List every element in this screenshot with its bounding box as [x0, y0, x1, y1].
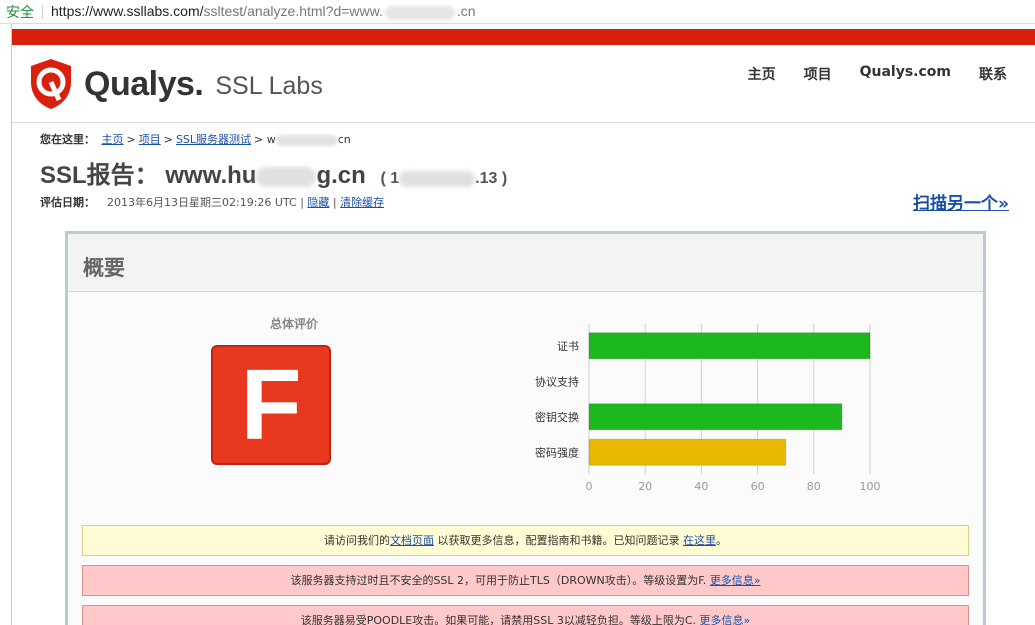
warning-text: 该服务器易受POODLE攻击。如果可能，请禁用SSL 3以减轻负担。等级上限为C…	[300, 614, 700, 625]
qualys-shield-icon	[31, 59, 71, 109]
clear-cache-link[interactable]: 清除缓存	[340, 196, 384, 209]
breadcrumb-projects[interactable]: 项目	[139, 133, 161, 146]
drown-warning: 该服务器支持过时且不安全的SSL 2，可用于防止TLS（DROWN攻击）。等级设…	[82, 565, 969, 596]
redacted-domain	[384, 5, 455, 20]
url-tail: .cn	[456, 3, 476, 20]
top-accent-bar	[12, 29, 1035, 45]
category-label: 密钥交换	[535, 410, 579, 424]
redacted-ip	[399, 170, 476, 187]
qualys-logo[interactable]: Qualys. SSL Labs	[28, 58, 323, 110]
known-issues-link[interactable]: 在这里	[683, 534, 716, 547]
breadcrumb-sep: >	[254, 133, 264, 146]
overall-rating-label: 总体评价	[269, 317, 318, 331]
host-start: www.hu	[165, 162, 257, 189]
nav-home[interactable]: 主页	[748, 64, 776, 84]
host-end: g.cn	[316, 162, 366, 189]
brand-name: Qualys.	[84, 64, 204, 103]
breadcrumb-home[interactable]: 主页	[102, 133, 124, 146]
site-header: Qualys. SSL Labs 主页 项目 Qualys.com 联系	[12, 45, 1035, 123]
url-text[interactable]: https://www.ssllabs.com/ssltest/analyze.…	[51, 3, 476, 20]
tick-label: 40	[694, 480, 708, 493]
info-notice: 请访问我们的文档页面 以获取更多信息，配置指南和书籍。已知问题记录 在这里。	[82, 525, 969, 556]
notice-text: 以获取更多信息，配置指南和书籍。已知问题记录	[434, 534, 683, 547]
secure-indicator[interactable]: 安全	[6, 2, 34, 22]
hide-link[interactable]: 隐藏	[307, 196, 329, 209]
url-path: ssltest/analyze.html?d=www.	[203, 3, 383, 20]
brand-subtitle: SSL Labs	[215, 71, 323, 100]
summary-heading: 概要	[68, 234, 983, 292]
ip-open: ( 1	[380, 170, 400, 187]
tick-label: 60	[751, 480, 765, 493]
breadcrumb-sep: >	[126, 133, 136, 146]
scan-another-link[interactable]: 扫描另一个»	[913, 189, 1009, 214]
date-label: 评估日期：	[40, 196, 95, 209]
date-divider: |	[332, 196, 337, 209]
score-bar	[588, 403, 843, 431]
nav-qualys[interactable]: Qualys.com	[860, 64, 951, 84]
poodle-warning: 该服务器易受POODLE攻击。如果可能，请禁用SSL 3以减轻负担。等级上限为C…	[82, 605, 969, 625]
notice-text: 请访问我们的	[324, 534, 390, 547]
warning-text: 该服务器支持过时且不安全的SSL 2，可用于防止TLS（DROWN攻击）。等级设…	[290, 574, 710, 587]
poodle-more-info-link[interactable]: 更多信息»	[700, 614, 751, 625]
grade-badge: F	[211, 345, 331, 465]
nav-projects[interactable]: 项目	[804, 64, 832, 84]
breadcrumb-current-end: cn	[337, 133, 351, 146]
report-title: SSL报告： www.hu g.cn ( 1 .13 )	[40, 155, 507, 190]
main-nav: 主页 项目 Qualys.com 联系	[720, 64, 1007, 84]
tick-label: 80	[807, 480, 821, 493]
rating-chart: 证书协议支持密钥交换密码强度 0 20 40 60 80 100	[508, 324, 928, 503]
rating-bar-chart: 证书协议支持密钥交换密码强度 0 20 40 60 80 100	[535, 324, 881, 493]
breadcrumb-ssl-test[interactable]: SSL服务器测试	[176, 133, 251, 146]
ip-close: .13 )	[475, 170, 508, 187]
title-prefix: SSL报告：	[40, 162, 159, 189]
drown-more-info-link[interactable]: 更多信息»	[710, 574, 761, 587]
nav-contact[interactable]: 联系	[979, 64, 1007, 84]
tick-label: 20	[638, 480, 652, 493]
address-divider	[42, 4, 43, 19]
breadcrumb-prefix: 您在这里：	[40, 133, 95, 146]
ip-address: ( 1 .13 )	[380, 170, 507, 187]
notice-text: 。	[716, 534, 727, 547]
documentation-link[interactable]: 文档页面	[390, 534, 434, 547]
category-label: 协议支持	[535, 374, 579, 388]
breadcrumb: 您在这里： 主页 > 项目 > SSL服务器测试 > w cn	[40, 131, 351, 147]
breadcrumb-sep: >	[163, 133, 173, 146]
assessment-date: 评估日期： 2013年6月13日星期三02:19:26 UTC | 隐藏 | 清除…	[40, 194, 384, 210]
redacted-host	[275, 134, 338, 146]
date-value: 2013年6月13日星期三02:19:26 UTC |	[107, 196, 304, 209]
score-bar	[588, 438, 787, 466]
summary-panel: 概要 总体评价 F 证书协议支持密钥交换密码强度 0 20 40 60 80 100 请访问…	[65, 231, 986, 625]
category-label: 证书	[557, 340, 579, 353]
url-main: https://www.ssllabs.com/	[51, 3, 204, 20]
tick-label: 100	[860, 480, 881, 493]
tick-label: 0	[586, 480, 593, 493]
browser-address-bar[interactable]: 安全 https://www.ssllabs.com/ssltest/analy…	[0, 0, 1035, 24]
score-bar	[588, 332, 871, 360]
category-label: 密码强度	[535, 445, 579, 459]
breadcrumb-current-start: w	[266, 133, 276, 146]
redacted-hostname	[256, 166, 317, 187]
